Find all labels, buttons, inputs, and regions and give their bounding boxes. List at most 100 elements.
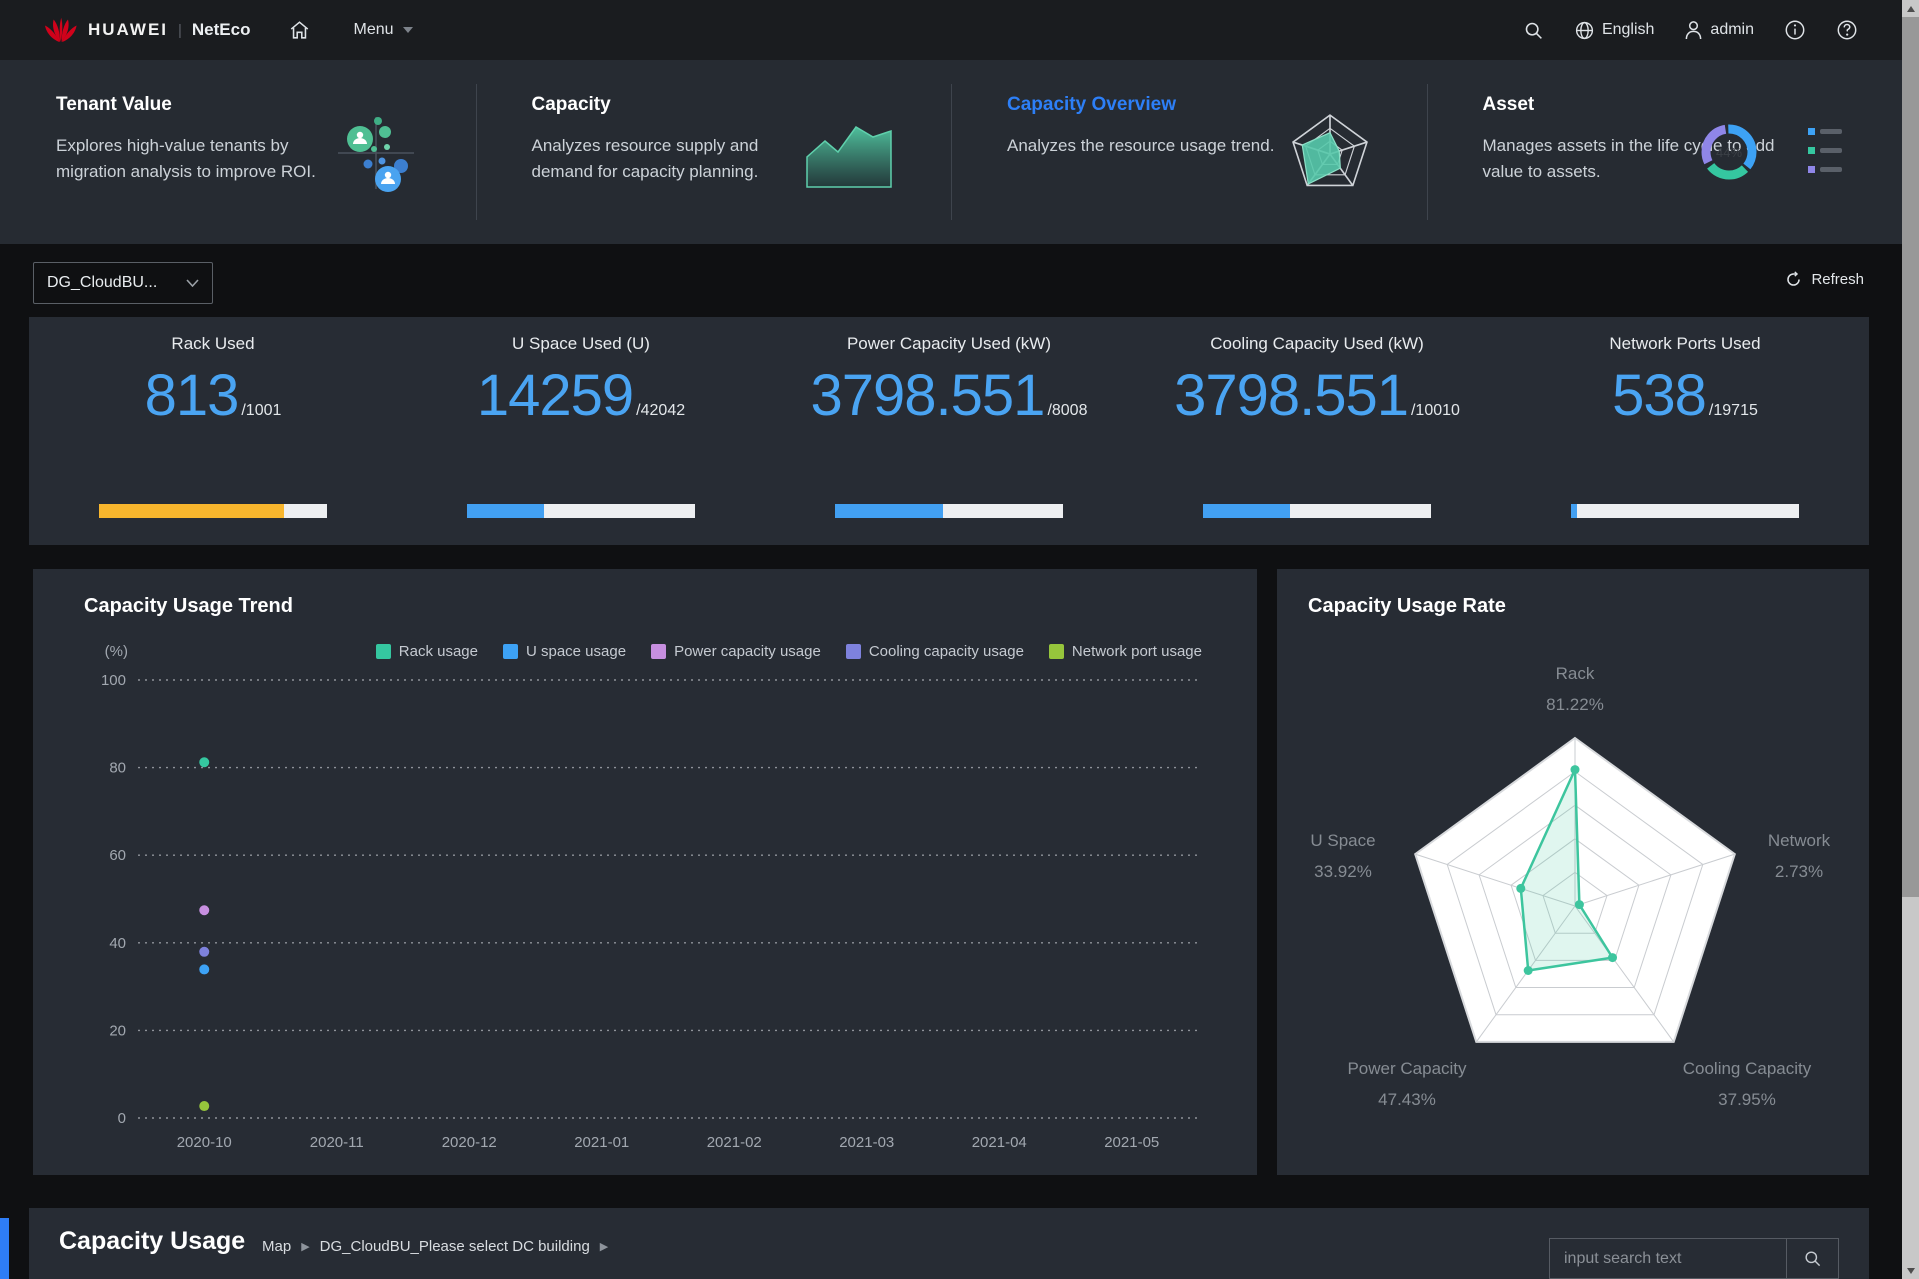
svg-text:Rack: Rack [1556, 664, 1595, 683]
search-input[interactable] [1550, 1239, 1786, 1278]
svg-text:2.73%: 2.73% [1775, 862, 1823, 881]
legend-item-uspace-usage[interactable]: U space usage [502, 643, 626, 660]
legend-label: Cooling capacity usage [868, 643, 1024, 660]
brand-separator: | [178, 21, 182, 39]
trend-title: Capacity Usage Trend [84, 595, 293, 617]
trend-legend: Rack usage U space usage Power capacity … [375, 643, 1202, 660]
breadcrumb-arrow-icon: ▶ [599, 1241, 609, 1253]
svg-text:80: 80 [109, 760, 126, 777]
stat-label: U Space Used (U) [512, 334, 650, 353]
menu-button[interactable]: Menu [353, 21, 413, 39]
svg-text:100: 100 [101, 672, 126, 689]
info-icon[interactable] [1784, 19, 1806, 41]
search-box [1549, 1238, 1839, 1279]
svg-text:2020-10: 2020-10 [177, 1134, 232, 1151]
legend-item-rack-usage[interactable]: Rack usage [375, 643, 478, 660]
progress-bar [1202, 504, 1432, 518]
legend-item-cooling-usage[interactable]: Cooling capacity usage [845, 643, 1024, 660]
scrollbar-thumb[interactable] [1902, 17, 1919, 897]
card-description: Analyzes the resource usage trend. [1007, 136, 1275, 155]
feature-cards-row: Tenant Value Explores high-value tenants… [0, 60, 1902, 244]
legend-label: Rack usage [398, 643, 478, 660]
brand: HUAWEI [44, 17, 168, 44]
search-icon[interactable] [1523, 20, 1544, 41]
progress-bar [834, 504, 1064, 518]
dc-selector-value: DG_CloudBU... [47, 274, 158, 291]
search-icon [1805, 1251, 1821, 1267]
card-capacity[interactable]: Capacity Analyzes resource supply and de… [475, 60, 952, 244]
brand-name: HUAWEI [88, 20, 168, 39]
card-capacity-overview[interactable]: Capacity Overview Analyzes the resource … [951, 60, 1427, 244]
refresh-icon [1787, 271, 1801, 286]
legend-swatch [375, 644, 391, 659]
breadcrumb-dc-building[interactable]: DG_CloudBU_Please select DC building [320, 1238, 590, 1255]
legend-item-power-usage[interactable]: Power capacity usage [651, 643, 821, 660]
scroll-up-arrow[interactable] [1902, 0, 1919, 17]
legend-swatch [1048, 644, 1064, 659]
svg-text:2021-05: 2021-05 [1104, 1134, 1159, 1151]
page-scrollbar [1902, 0, 1919, 1279]
scroll-down-arrow[interactable] [1902, 1262, 1919, 1279]
area-chart-icon [801, 115, 897, 189]
svg-text:(%): (%) [105, 643, 128, 660]
svg-text:2021-03: 2021-03 [839, 1134, 894, 1151]
svg-text:37.95%: 37.95% [1718, 1090, 1776, 1109]
language-label: English [1601, 21, 1655, 38]
huawei-logo-icon [44, 17, 78, 44]
svg-text:2021-02: 2021-02 [707, 1134, 762, 1151]
svg-text:40: 40 [109, 935, 126, 952]
svg-text:81.22%: 81.22% [1546, 695, 1604, 714]
card-tenant-value[interactable]: Tenant Value Explores high-value tenants… [0, 60, 476, 244]
stat-total: /10010 [1410, 402, 1460, 419]
stat-total: /19715 [1708, 402, 1758, 419]
legend-item-network-usage[interactable]: Network port usage [1048, 643, 1202, 660]
card-title: Asset [1482, 94, 1535, 115]
card-asset[interactable]: Asset Manages assets in the life cycle t… [1426, 60, 1903, 244]
stat-uspace-used: U Space Used (U) 14259 /42042 [397, 317, 765, 545]
stat-total: /8008 [1047, 402, 1088, 419]
progress-bar [98, 504, 328, 518]
stat-value: 14259 [476, 363, 634, 428]
legend-label: Power capacity usage [674, 643, 821, 660]
radar-chart: Rack 81.22% Network 2.73% Cooling Capacity 37… [1310, 664, 1831, 1109]
user-menu[interactable]: admin [1684, 20, 1754, 40]
help-icon[interactable] [1836, 19, 1858, 41]
breadcrumb: Map ▶ DG_CloudBU_Please select DC buildi… [262, 1238, 608, 1255]
svg-text:33.92%: 33.92% [1314, 862, 1372, 881]
progress-bar [466, 504, 696, 518]
stat-rack-used: Rack Used 813 /1001 [29, 317, 397, 545]
stat-cooling-used: Cooling Capacity Used (kW) 3798.551 /100… [1133, 317, 1501, 545]
bubble-scatter-icon [330, 109, 422, 195]
stat-value: 3798.551 [1174, 363, 1409, 428]
refresh-button[interactable]: Refresh [1785, 271, 1864, 288]
stat-label: Network Ports Used [1609, 334, 1761, 353]
stat-network-ports-used: Network Ports Used 538 /19715 [1501, 317, 1869, 545]
progress-bar [1570, 504, 1800, 518]
globe-icon [1575, 21, 1594, 39]
svg-text:U Space: U Space [1310, 831, 1375, 850]
stat-label: Rack Used [171, 334, 255, 353]
svg-text:Network: Network [1768, 831, 1831, 850]
card-description: Explores high-value tenants by migration… [56, 136, 316, 182]
svg-text:2021-04: 2021-04 [972, 1134, 1027, 1151]
svg-text:47.43%: 47.43% [1378, 1090, 1436, 1109]
svg-text:20: 20 [109, 1022, 126, 1039]
language-selector[interactable]: English [1574, 20, 1654, 41]
search-button[interactable] [1786, 1239, 1838, 1278]
legend-label: Network port usage [1071, 643, 1202, 660]
legend-swatch [502, 644, 518, 659]
capacity-usage-trend-panel: Capacity Usage Trend Rack usage U space … [33, 569, 1257, 1175]
chevron-down-icon [402, 27, 413, 33]
svg-text:2021-01: 2021-01 [574, 1134, 629, 1151]
breadcrumb-map[interactable]: Map [262, 1238, 291, 1255]
stat-total: /1001 [241, 402, 282, 419]
user-label: admin [1710, 21, 1754, 38]
home-icon[interactable] [288, 19, 311, 41]
stat-value: 813 [144, 363, 240, 428]
svg-text:60: 60 [109, 847, 126, 864]
chevron-down-icon [186, 279, 199, 287]
section-title: Capacity Usage [59, 1227, 246, 1255]
menu-label: Menu [353, 21, 394, 38]
stat-total: /42042 [636, 402, 686, 419]
dc-selector[interactable]: DG_CloudBU... [33, 262, 213, 304]
